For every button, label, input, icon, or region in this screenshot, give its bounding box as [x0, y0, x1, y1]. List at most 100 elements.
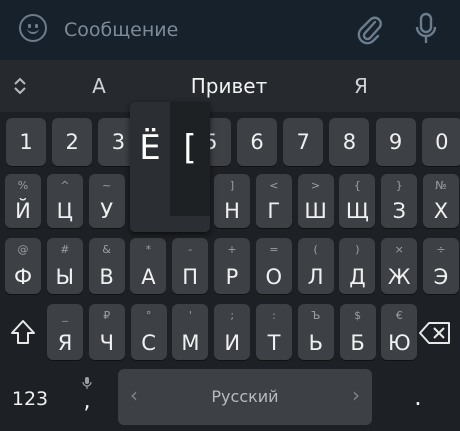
key-secondary-label: ' [188, 309, 192, 322]
key-secondary-label: ( [313, 243, 318, 256]
letter-key[interactable]: × Ж [381, 238, 418, 294]
letter-key[interactable]: ] Н [214, 174, 250, 228]
key-label: Н [224, 199, 240, 223]
letter-key[interactable]: ) Д [339, 238, 376, 294]
key-secondary-label: Ъ [311, 309, 321, 322]
key-secondary-label: = [269, 243, 279, 256]
key-label: Д [349, 265, 366, 289]
key-label: Р [225, 265, 239, 289]
key-label: З [392, 199, 406, 223]
microphone-icon[interactable] [413, 12, 439, 46]
letter-key[interactable]: :Т [256, 304, 292, 360]
key-label: М [181, 331, 200, 355]
key-label: Ю [388, 331, 411, 355]
number-key[interactable]: 6 [237, 118, 277, 166]
key-label: В [99, 265, 114, 289]
space-key[interactable]: ‹ Русский › [118, 369, 372, 425]
letter-key[interactable]: _ Я [47, 304, 83, 360]
letter-key[interactable]: } З [381, 174, 418, 228]
expand-collapse-icon[interactable] [10, 74, 30, 98]
letter-key[interactable]: % Й [5, 174, 41, 228]
space-language-label: Русский [211, 387, 279, 406]
key-label: Б [350, 331, 365, 355]
number-key[interactable]: 9 [375, 118, 416, 166]
message-input[interactable] [64, 0, 334, 60]
shift-icon[interactable] [8, 317, 38, 349]
key-label: Щ [345, 199, 369, 223]
key-label: 9 [388, 130, 403, 154]
popup-option[interactable]: Ё [130, 118, 170, 178]
letter-key[interactable]: ₽ Ч [88, 304, 125, 360]
letter-key[interactable]: № Х [423, 174, 459, 228]
number-key[interactable]: 7 [283, 118, 324, 166]
letter-key[interactable]: < Г [255, 174, 292, 228]
suggestion-item[interactable]: Я [322, 60, 400, 112]
letter-key[interactable]: ÷ Э [423, 238, 459, 294]
number-key[interactable]: 1 [6, 118, 46, 166]
suggestion-item[interactable]: А [60, 60, 138, 112]
key-label: 2 [65, 130, 79, 154]
key-secondary-label: ) [355, 243, 360, 256]
key-label: А [141, 265, 156, 289]
number-key[interactable]: 8 [329, 118, 370, 166]
emoji-icon[interactable] [19, 14, 47, 42]
key-secondary-label: ₽ [103, 309, 111, 322]
key-label: 8 [342, 130, 357, 154]
letter-key[interactable]: > Ш [297, 174, 334, 228]
letter-key[interactable]: € Ю [381, 304, 418, 360]
key-label: О [265, 265, 283, 289]
key-secondary-label: × [394, 243, 404, 256]
key-secondary-label: ] [229, 179, 235, 192]
key-secondary-label: - [188, 243, 193, 256]
number-key[interactable]: 2 [52, 118, 93, 166]
key-label: Э [433, 265, 449, 289]
key-secondary-label: @ [17, 243, 29, 256]
comma-key[interactable]: , [62, 369, 112, 425]
key-label: Х [433, 199, 449, 223]
key-label: Ж [387, 265, 411, 289]
key-label: У [100, 199, 113, 223]
letter-key[interactable]: ° С [130, 304, 167, 360]
symbols-key[interactable]: 123 [4, 382, 56, 416]
key-label: Ч [99, 331, 114, 355]
key-label: Ф [13, 265, 33, 289]
period-key[interactable]: . [380, 369, 456, 425]
key-secondary-label: & [102, 243, 111, 256]
message-bar [0, 0, 460, 60]
key-label: С [141, 331, 156, 355]
letter-key[interactable]: ' М [172, 304, 209, 360]
letter-key[interactable]: (Л [297, 238, 334, 294]
key-secondary-label: < [269, 179, 279, 192]
key-secondary-label: + [227, 243, 237, 256]
letter-key[interactable]: ЪЬ [297, 304, 334, 360]
letter-key[interactable]: ~ У [88, 174, 125, 228]
letter-key[interactable]: * А [130, 238, 167, 294]
backspace-icon[interactable] [418, 319, 452, 347]
key-label: Т [267, 331, 281, 355]
paperclip-icon[interactable] [355, 13, 383, 45]
key-secondary-label: ~ [101, 179, 112, 192]
key-label: И [224, 331, 241, 355]
letter-key[interactable]: {Щ [339, 174, 376, 228]
letter-key[interactable]: ; И [214, 304, 251, 360]
popup-option-selected[interactable]: [ [170, 102, 210, 216]
letter-key[interactable]: @ Ф [5, 238, 41, 294]
key-secondary-label: # [60, 243, 70, 256]
letter-key[interactable]: + Р [214, 238, 250, 294]
comma-label: , [83, 389, 91, 414]
key-label: 6 [250, 130, 264, 154]
key-label: Ы [55, 265, 75, 289]
letter-key[interactable]: ^ Ц [46, 174, 83, 228]
key-secondary-label: * [145, 243, 152, 256]
key-secondary-label: ^ [60, 179, 70, 192]
letter-key[interactable]: & В [88, 238, 125, 294]
letter-key[interactable]: -П [172, 238, 209, 294]
letter-key[interactable]: = О [255, 238, 292, 294]
letter-key[interactable]: $ Б [339, 304, 376, 360]
key-label: Л [307, 265, 324, 289]
key-secondary-label: _ [62, 309, 68, 322]
long-press-popup: Ё [ [130, 102, 210, 232]
key-secondary-label: ° [145, 309, 152, 322]
letter-key[interactable]: # Ы [46, 238, 83, 294]
number-key[interactable]: 0 [421, 118, 460, 166]
